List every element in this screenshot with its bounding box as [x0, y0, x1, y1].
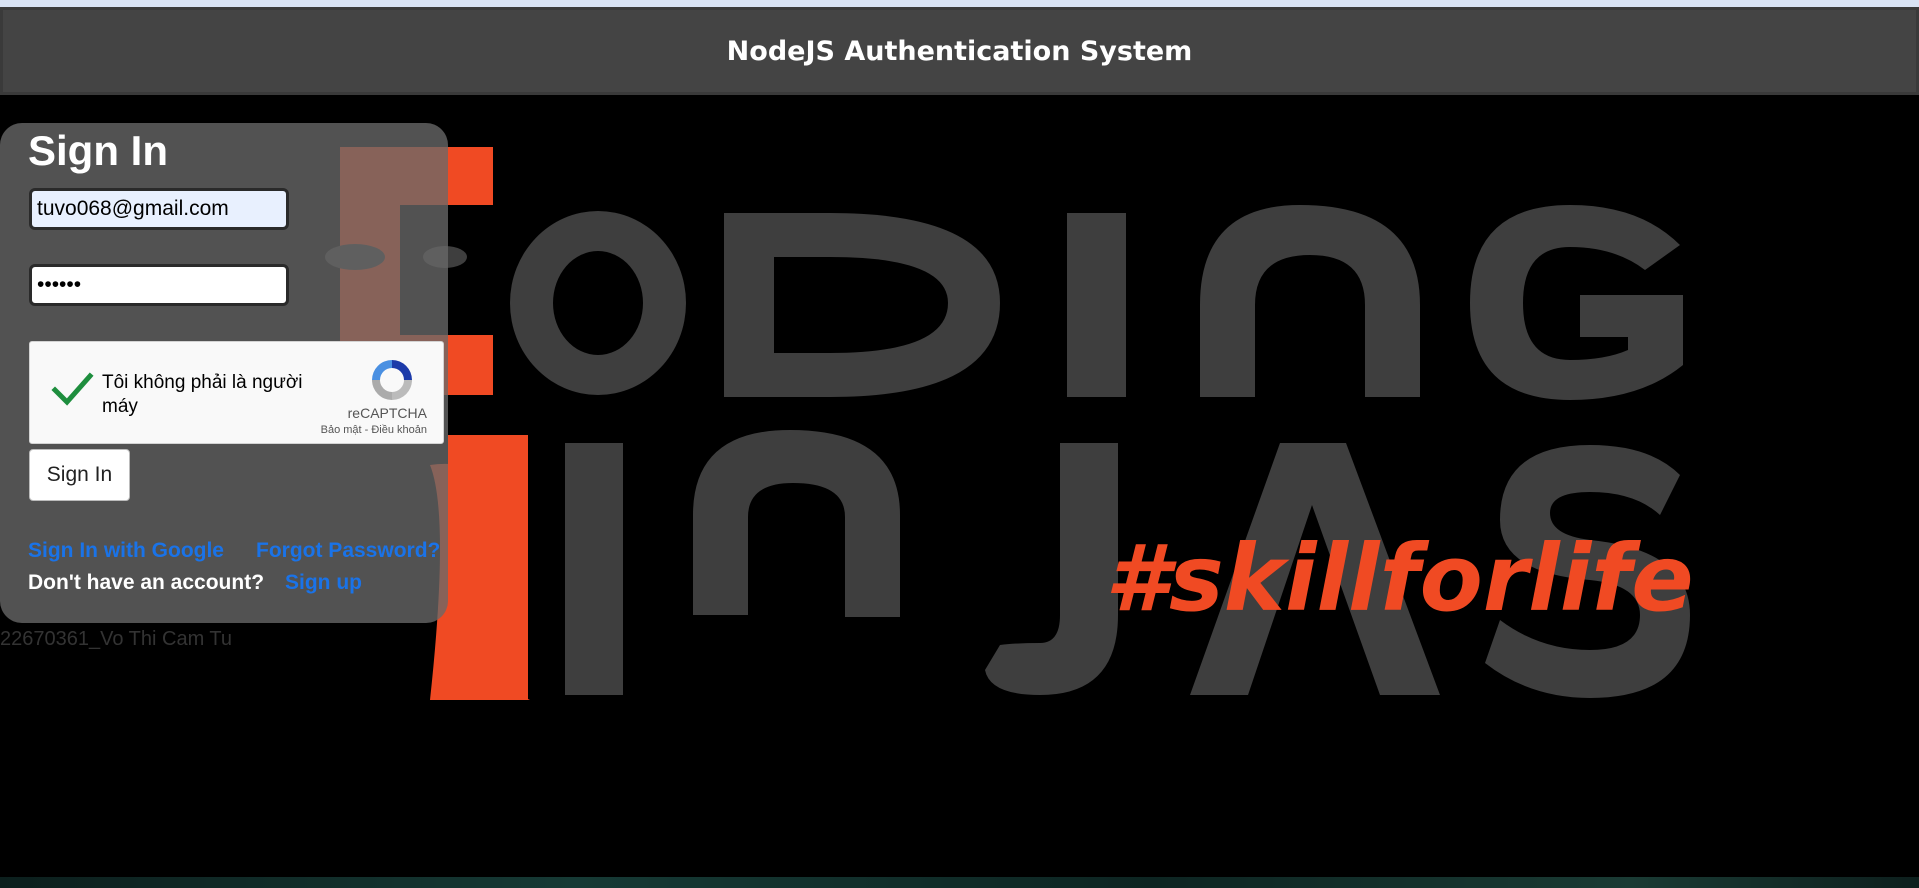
email-field[interactable]: [29, 188, 289, 230]
recaptcha-label: Tôi không phải là người máy: [102, 372, 303, 417]
taskbar-strip: [0, 877, 1919, 888]
browser-top-strip: [0, 0, 1919, 7]
logo-letter-g: [1470, 205, 1683, 400]
logo-n-stem: [448, 435, 528, 700]
recaptcha-brand: reCAPTCHA: [347, 405, 427, 421]
password-field[interactable]: [29, 264, 289, 306]
tagline-text: #skillforlife: [1105, 525, 1694, 632]
logo-letter-n2: [693, 430, 900, 617]
logo-word-coding: [510, 205, 1683, 400]
student-id-label: 22670361_Vo Thi Cam Tu: [0, 628, 233, 650]
google-signin-link[interactable]: Sign In with Google: [28, 539, 224, 563]
recaptcha-widget[interactable]: Tôi không phải là người máy reCAPTCHA Bả…: [29, 341, 444, 444]
logo-letter-n: [1200, 205, 1420, 397]
checkmark-icon[interactable]: [50, 368, 94, 412]
recaptcha-privacy-links[interactable]: Bảo mật - Điều khoản: [321, 424, 427, 436]
forgot-password-link[interactable]: Forgot Password?: [256, 539, 440, 563]
signup-link[interactable]: Sign up: [285, 571, 362, 595]
recaptcha-logo-icon: [372, 360, 412, 400]
app-header: NodeJS Authentication System: [0, 7, 1919, 95]
signin-title: Sign In: [28, 127, 168, 174]
logo-letter-j: [985, 443, 1118, 695]
signin-button[interactable]: Sign In: [29, 449, 130, 501]
logo-letter-i2: [565, 443, 623, 695]
no-account-text: Don't have an account?: [28, 571, 265, 594]
logo-letter-i: [1067, 213, 1126, 397]
app-title: NodeJS Authentication System: [726, 35, 1193, 67]
signin-card: Sign In Tôi không phải là người máy reCA…: [0, 123, 448, 623]
